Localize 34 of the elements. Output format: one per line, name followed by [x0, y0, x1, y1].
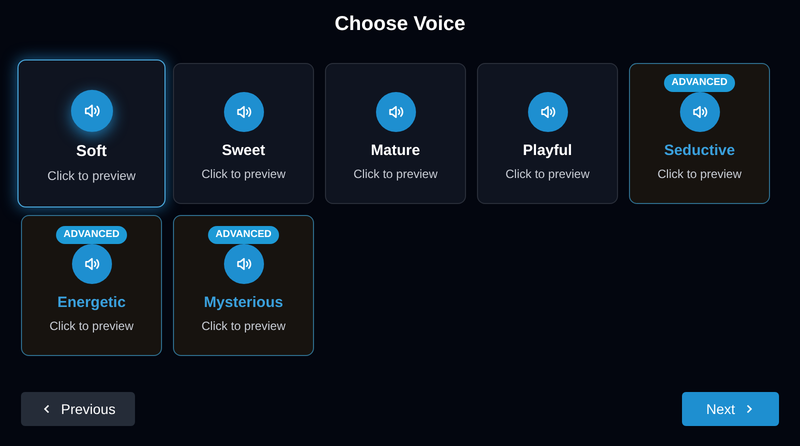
- voice-hint: Click to preview: [353, 166, 438, 183]
- next-button[interactable]: Next: [682, 392, 779, 426]
- voice-card[interactable]: ADVANCED Seductive Click to preview: [629, 63, 770, 204]
- voice-card[interactable]: Sweet Click to preview: [173, 63, 314, 204]
- voice-card[interactable]: ADVANCED Mysterious Click to preview: [173, 215, 314, 356]
- voice-name: Sweet: [222, 141, 266, 162]
- voice-card[interactable]: Mature Click to preview: [325, 63, 466, 204]
- page-title: Choose Voice: [334, 12, 466, 37]
- speaker-button[interactable]: [680, 92, 720, 132]
- voice-name: Mysterious: [204, 293, 284, 314]
- voice-card[interactable]: Playful Click to preview: [477, 63, 618, 204]
- voice-card[interactable]: ADVANCED Energetic Click to preview: [21, 215, 162, 356]
- speaker-button[interactable]: [376, 92, 416, 132]
- voice-name: Soft: [76, 142, 107, 163]
- speaker-button[interactable]: [70, 90, 112, 132]
- voice-hint: Click to preview: [47, 167, 136, 186]
- voice-name: Seductive: [664, 141, 735, 162]
- speaker-button[interactable]: [528, 92, 568, 132]
- advanced-badge: ADVANCED: [664, 74, 736, 92]
- voice-hint: Click to preview: [201, 166, 286, 183]
- advanced-badge: ADVANCED: [208, 226, 280, 244]
- previous-button[interactable]: Previous: [21, 392, 136, 426]
- voice-name: Playful: [522, 141, 572, 162]
- voice-card[interactable]: Soft Click to preview: [17, 59, 166, 208]
- advanced-badge: ADVANCED: [56, 226, 128, 244]
- voice-name: Energetic: [57, 293, 126, 314]
- voice-hint: Click to preview: [657, 166, 742, 183]
- voice-hint: Click to preview: [201, 318, 286, 335]
- voice-name: Mature: [370, 141, 420, 162]
- speaker-button[interactable]: [224, 244, 264, 284]
- voice-hint: Click to preview: [49, 318, 134, 335]
- voice-hint: Click to preview: [505, 166, 590, 183]
- speaker-button[interactable]: [72, 244, 112, 284]
- speaker-button[interactable]: [224, 92, 264, 132]
